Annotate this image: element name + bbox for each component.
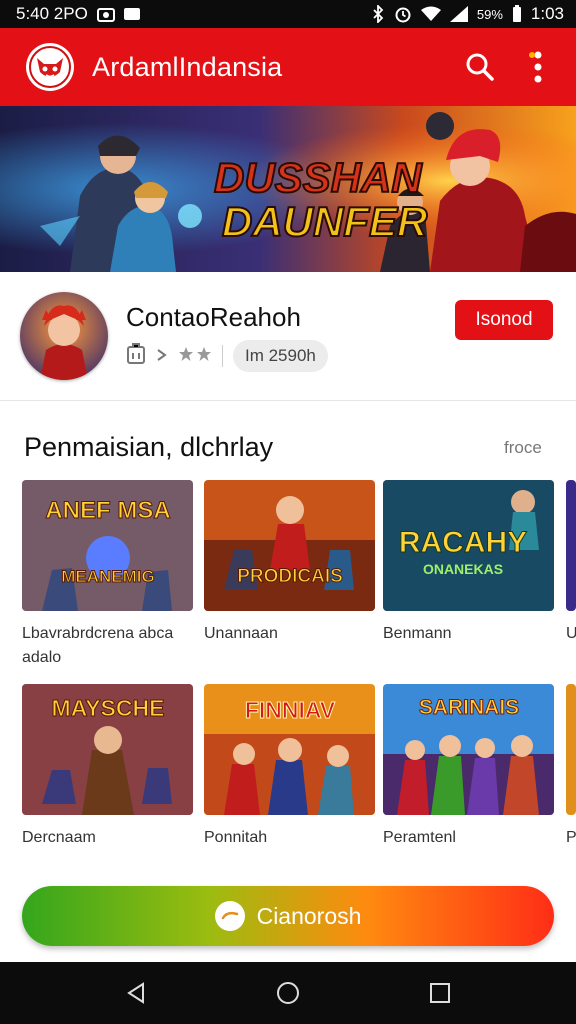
game-thumbnail: PRODICAIS [204, 480, 375, 611]
status-right: 59% 1:03 [371, 4, 564, 24]
game-thumbnail [566, 684, 576, 815]
status-left: 5:40 2ΡO [16, 4, 140, 24]
chat-icon [214, 901, 245, 931]
follow-button[interactable]: Isonod [455, 300, 553, 340]
chevron-right-icon [156, 346, 168, 367]
game-card-label: P [566, 829, 576, 846]
game-thumbnail: MAYSCHE [22, 684, 193, 815]
battery-text: 59% [476, 6, 503, 22]
more-icon[interactable] [518, 47, 558, 87]
thumbnail-subtitle: MEANEMIG [61, 567, 155, 586]
game-card-label: Peramtenl [383, 829, 456, 846]
banner-artwork: DUSSHAN DAUNFER [0, 106, 576, 272]
status-bar: 5:40 2ΡO 59% 1:03 [0, 0, 576, 28]
thumbnail-subtitle: ONANEKAS [423, 561, 503, 577]
status-left-text: 5:40 2ΡO [16, 4, 88, 23]
featured-banner[interactable]: DUSSHAN DAUNFER [0, 106, 576, 272]
thumbnail-title: MAYSCHE [52, 695, 165, 721]
avatar[interactable] [20, 292, 108, 380]
section-divider [0, 400, 576, 401]
system-nav-bar [0, 962, 576, 1024]
home-icon[interactable] [268, 973, 308, 1013]
app-bar: ArdamlIndansia [0, 28, 576, 106]
game-thumbnail: ANEF MSA MEANEMIG [22, 480, 193, 611]
game-thumbnail: FINNIAV [204, 684, 375, 815]
banner-title-line1: DUSSHAN [214, 154, 423, 201]
message-notification-icon [123, 8, 140, 20]
rating-stars-icon [178, 346, 212, 367]
game-card-label: Ponnitah [204, 829, 268, 846]
game-card-label: U [566, 625, 576, 642]
library-icon [126, 342, 146, 370]
camera-notification-icon [96, 6, 115, 22]
search-icon[interactable] [460, 47, 500, 87]
cta-label: Cianorosh [256, 902, 362, 929]
thumbnail-title: FINNIAV [245, 697, 336, 723]
logo-icon[interactable] [26, 43, 74, 91]
game-thumbnail: RACAHY ONANEKAS [383, 480, 554, 611]
section-more-link[interactable]: froce [504, 438, 542, 458]
thumbnail-title: PRODICAIS [237, 566, 343, 587]
battery-icon [512, 5, 522, 23]
thumbnail-title: ANEF MSA [45, 497, 170, 524]
game-card-label: Unannaan [204, 625, 278, 642]
recents-icon[interactable] [420, 973, 460, 1013]
game-card-label: Benmann [383, 625, 452, 642]
thumbnail-title: RACAHY [399, 526, 527, 559]
banner-title-line2: DAUNFER [222, 198, 428, 245]
profile-name: ContaoReahoh [126, 302, 301, 332]
game-card-label: Lbavrabrdcrena abca adalo [22, 625, 174, 666]
app-title: ArdamlIndansia [92, 51, 283, 82]
section-title: Penmaisian, dlchrlay [24, 432, 274, 462]
meta-divider [222, 345, 223, 367]
status-time: 1:03 [530, 4, 564, 23]
profile-meta: Im 2590h [126, 340, 328, 372]
game-thumbnail: SARINAIS [383, 684, 554, 815]
profile-header: ContaoReahoh Im 2590h Isonod [0, 272, 576, 400]
game-thumbnail [566, 480, 576, 611]
game-card-label: Dercnaam [22, 829, 96, 846]
signal-icon [449, 6, 468, 22]
cta-button[interactable]: Cianorosh [22, 886, 554, 946]
game-grid: ANEF MSA MEANEMIG Lbavrabrdcrena abca ad… [0, 480, 576, 860]
back-icon[interactable] [116, 973, 156, 1013]
bluetooth-icon [371, 5, 385, 23]
thumbnail-title: SARINAIS [419, 696, 519, 719]
wifi-icon [420, 6, 441, 22]
meta-chip: Im 2590h [233, 340, 328, 372]
alarm-icon [394, 5, 412, 23]
